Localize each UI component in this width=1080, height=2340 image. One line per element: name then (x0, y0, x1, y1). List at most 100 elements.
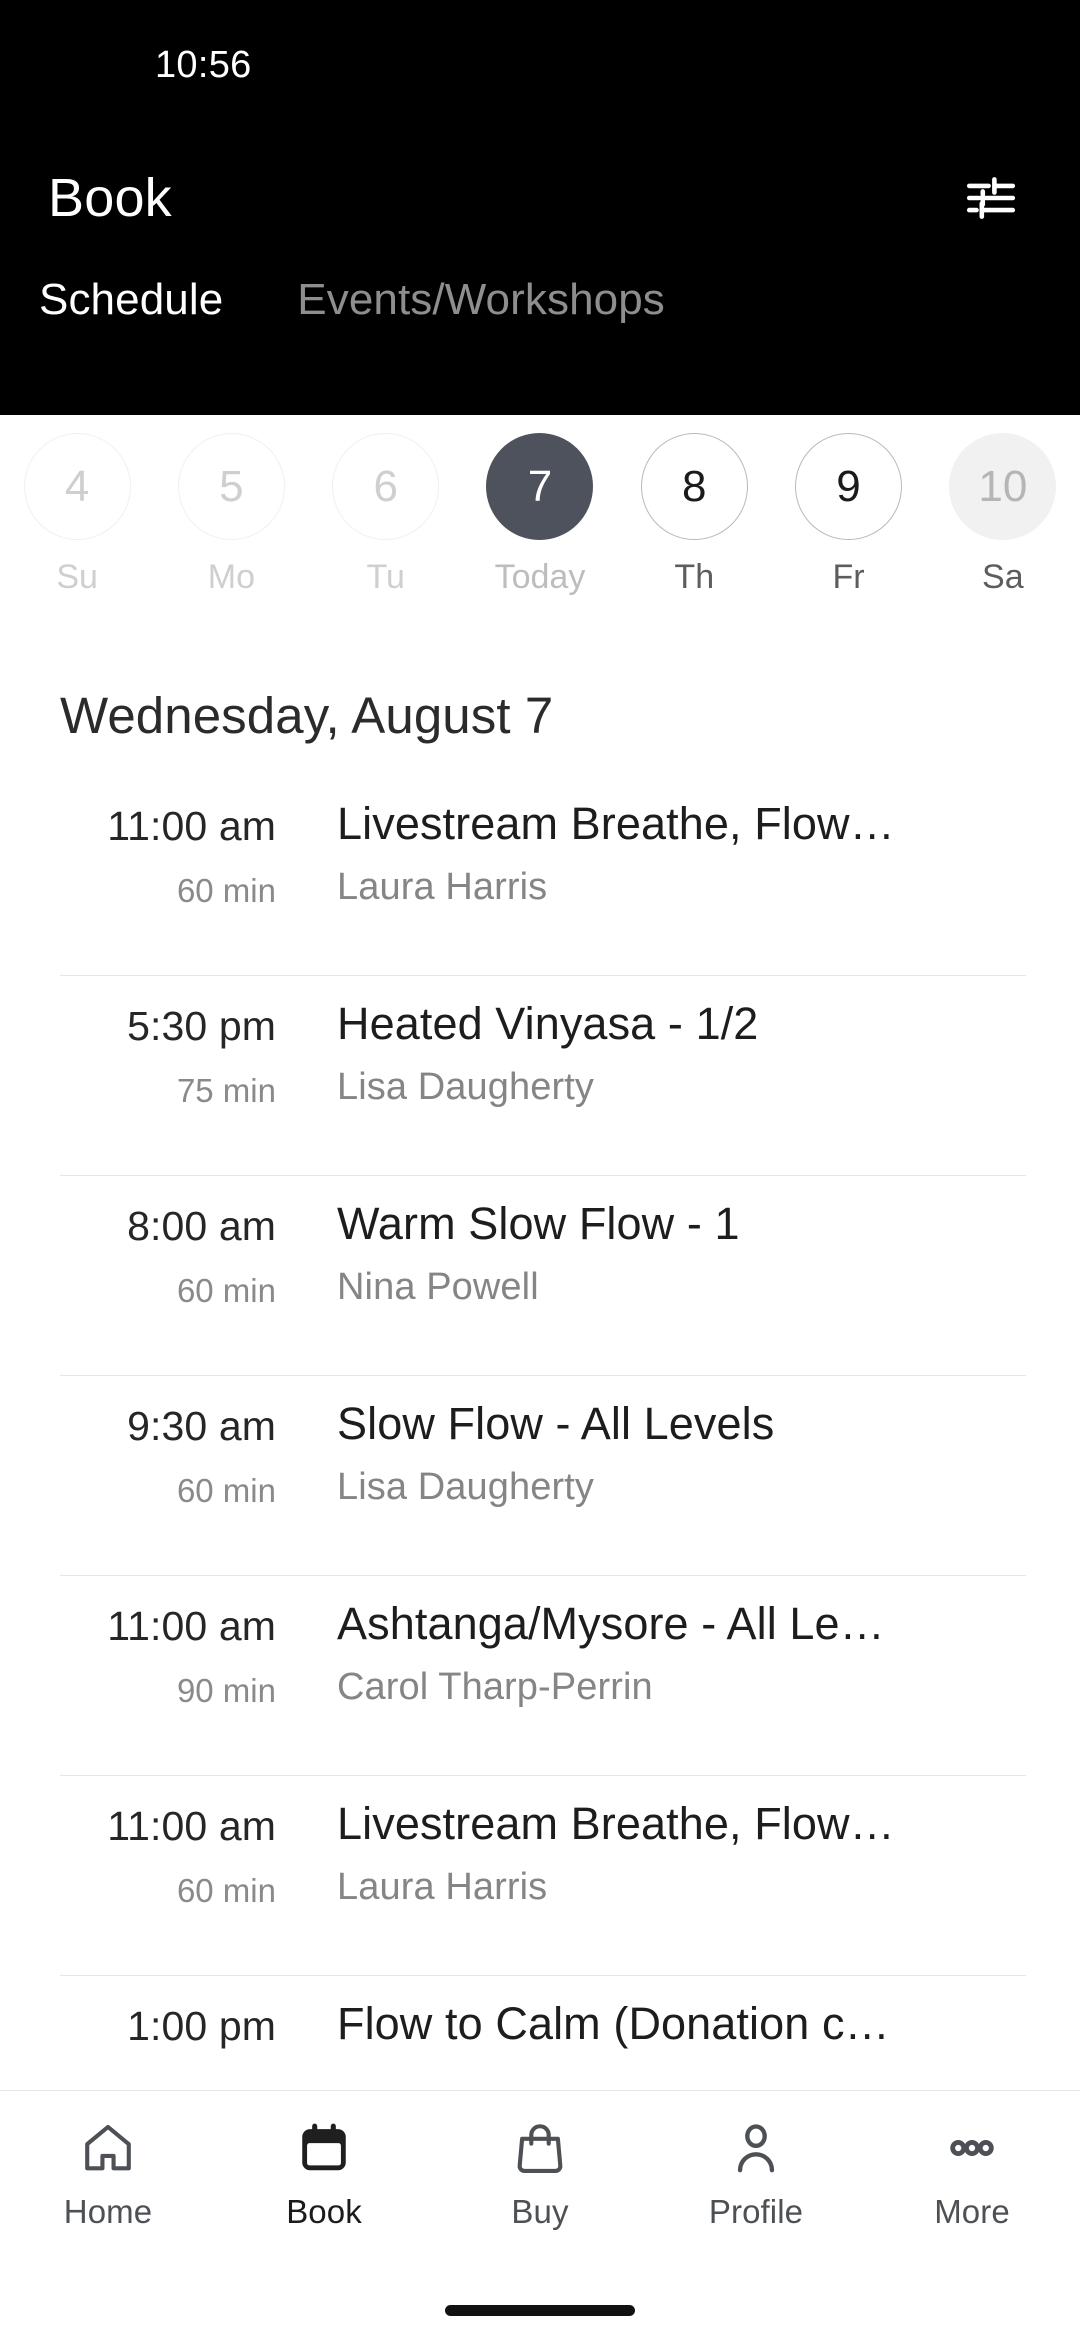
class-duration: 75 min (176, 1072, 276, 1109)
class-time-column: 8:00 am 60 min (60, 1175, 290, 1310)
tab-events-workshops[interactable]: Events/Workshops (291, 271, 671, 329)
class-time-column: 11:00 am 90 min (60, 1575, 290, 1710)
class-duration: 60 min (176, 1272, 276, 1309)
nav-item-buy[interactable]: Buy (432, 2117, 648, 2231)
class-start-time: 9:30 am (127, 1403, 276, 1449)
class-duration: 60 min (176, 1472, 276, 1509)
filter-button[interactable] (958, 165, 1024, 231)
class-time-column: 9:30 am 60 min (60, 1375, 290, 1510)
class-list-item-partial[interactable]: 1:00 pm Flow to Calm (Donation c… (0, 1975, 1080, 2090)
date-cell-10[interactable]: 10 Sa (926, 433, 1080, 597)
class-list-item[interactable]: 11:00 am 90 min Ashtanga/Mysore - All Le… (0, 1575, 1080, 1775)
class-info-column: Warm Slow Flow - 1 Nina Powell (290, 1175, 1080, 1309)
class-title: Livestream Breathe, Flow… (337, 1798, 895, 1849)
class-title: Ashtanga/Mysore - All Le… (337, 1598, 885, 1649)
class-info-column: Slow Flow - All Levels Lisa Daugherty (290, 1375, 1080, 1509)
class-list-item[interactable]: 5:30 pm 75 min Heated Vinyasa - 1/2 Lisa… (0, 975, 1080, 1175)
class-info-column: Livestream Breathe, Flow… Laura Harris (290, 775, 1080, 909)
date-weekday-label: Th (674, 558, 715, 596)
app-bar: Book (0, 130, 1080, 265)
class-title: Warm Slow Flow - 1 (337, 1198, 740, 1249)
class-time-column: 11:00 am 60 min (60, 775, 290, 910)
status-bar-clock: 10:56 (155, 43, 252, 86)
class-time-column: 11:00 am 60 min (60, 1775, 290, 1910)
page-title: Book (48, 167, 172, 228)
class-list-item[interactable]: 11:00 am 60 min Livestream Breathe, Flow… (0, 1775, 1080, 1975)
date-weekday-label: Tu (366, 558, 405, 596)
date-weekday-label: Sa (982, 558, 1024, 596)
class-teacher: Nina Powell (337, 1266, 539, 1309)
date-weekday-label: Today (494, 558, 586, 596)
nav-label: Profile (708, 2193, 804, 2230)
class-schedule-list[interactable]: 11:00 am 60 min Livestream Breathe, Flow… (0, 775, 1080, 2090)
selected-date-heading: Wednesday, August 7 (60, 687, 554, 744)
class-duration: 90 min (176, 1672, 276, 1709)
nav-item-book[interactable]: Book (216, 2117, 432, 2231)
nav-item-profile[interactable]: Profile (648, 2117, 864, 2231)
class-list-item[interactable]: 11:00 am 60 min Livestream Breathe, Flow… (0, 775, 1080, 975)
class-teacher: Laura Harris (337, 866, 548, 909)
class-title: Heated Vinyasa - 1/2 (337, 998, 759, 1049)
date-strip[interactable]: 4 Su 5 Mo 6 Tu 7 Today 8 Th 9 Fr 10 Sa (0, 415, 1080, 660)
class-start-time: 8:00 am (127, 1203, 276, 1249)
home-indicator-area (0, 2280, 1080, 2340)
home-indicator-bar[interactable] (445, 2304, 635, 2316)
date-circle[interactable]: 8 (640, 433, 748, 540)
date-circle[interactable]: 5 (177, 433, 285, 540)
person-icon (727, 2117, 785, 2179)
class-start-time: 11:00 am (107, 1803, 276, 1849)
date-cell-4[interactable]: 4 Su (0, 433, 154, 597)
date-circle[interactable]: 4 (23, 433, 131, 540)
class-start-time: 5:30 pm (127, 1003, 276, 1049)
class-time-column: 5:30 pm 75 min (60, 975, 290, 1110)
tab-schedule[interactable]: Schedule (33, 271, 229, 329)
class-start-time: 11:00 am (107, 803, 276, 849)
shopping-bag-icon (511, 2117, 569, 2179)
class-info-column: Ashtanga/Mysore - All Le… Carol Tharp-Pe… (290, 1575, 1080, 1709)
class-start-time: 11:00 am (107, 1603, 276, 1649)
date-circle[interactable]: 9 (795, 433, 903, 540)
bottom-navigation-bar: Home Book Buy Profile More (0, 2090, 1080, 2280)
class-start-time: 1:00 pm (127, 2003, 276, 2049)
class-list-item[interactable]: 8:00 am 60 min Warm Slow Flow - 1 Nina P… (0, 1175, 1080, 1375)
date-cell-8[interactable]: 8 Th (617, 433, 771, 597)
calendar-icon (295, 2117, 353, 2179)
more-dots-icon (943, 2117, 1001, 2179)
nav-item-more[interactable]: More (864, 2117, 1080, 2231)
nav-label: Book (286, 2193, 362, 2230)
class-duration: 60 min (176, 872, 276, 909)
date-circle-selected[interactable]: 7 (486, 433, 594, 540)
class-info-column: Heated Vinyasa - 1/2 Lisa Daugherty (290, 975, 1080, 1109)
class-teacher: Lisa Daugherty (337, 1466, 594, 1509)
date-cell-6[interactable]: 6 Tu (309, 433, 463, 597)
app-screen: 10:56 Book Schedule Events/Workshops 4 S… (0, 0, 1080, 2340)
date-weekday-label: Fr (832, 558, 865, 596)
class-duration: 60 min (176, 1872, 276, 1909)
class-teacher: Laura Harris (337, 1866, 548, 1909)
date-circle[interactable]: 10 (949, 433, 1057, 540)
class-list-item[interactable]: 9:30 am 60 min Slow Flow - All Levels Li… (0, 1375, 1080, 1575)
nav-item-home[interactable]: Home (0, 2117, 216, 2231)
nav-label: More (934, 2193, 1010, 2230)
class-time-column: 1:00 pm (60, 1975, 290, 2072)
date-weekday-label: Su (56, 558, 98, 596)
app-header: 10:56 Book Schedule Events/Workshops (0, 0, 1080, 415)
date-circle[interactable]: 6 (332, 433, 440, 540)
date-cell-5[interactable]: 5 Mo (154, 433, 308, 597)
nav-label: Home (63, 2193, 153, 2230)
tune-filter-icon (966, 176, 1016, 219)
nav-label: Buy (511, 2193, 569, 2230)
header-tabs: Schedule Events/Workshops (0, 271, 1080, 329)
date-cell-9[interactable]: 9 Fr (771, 433, 925, 597)
status-bar: 10:56 (0, 0, 1080, 130)
class-info-column: Flow to Calm (Donation c… (290, 1975, 1080, 2066)
class-teacher: Carol Tharp-Perrin (337, 1666, 653, 1709)
class-title: Livestream Breathe, Flow… (337, 798, 895, 849)
date-cell-7-today-selected[interactable]: 7 Today (463, 433, 617, 597)
class-teacher: Lisa Daugherty (337, 1066, 594, 1109)
home-icon (79, 2117, 137, 2179)
class-title: Flow to Calm (Donation c… (337, 1998, 890, 2049)
class-title: Slow Flow - All Levels (337, 1398, 775, 1449)
class-info-column: Livestream Breathe, Flow… Laura Harris (290, 1775, 1080, 1909)
date-weekday-label: Mo (207, 558, 256, 596)
